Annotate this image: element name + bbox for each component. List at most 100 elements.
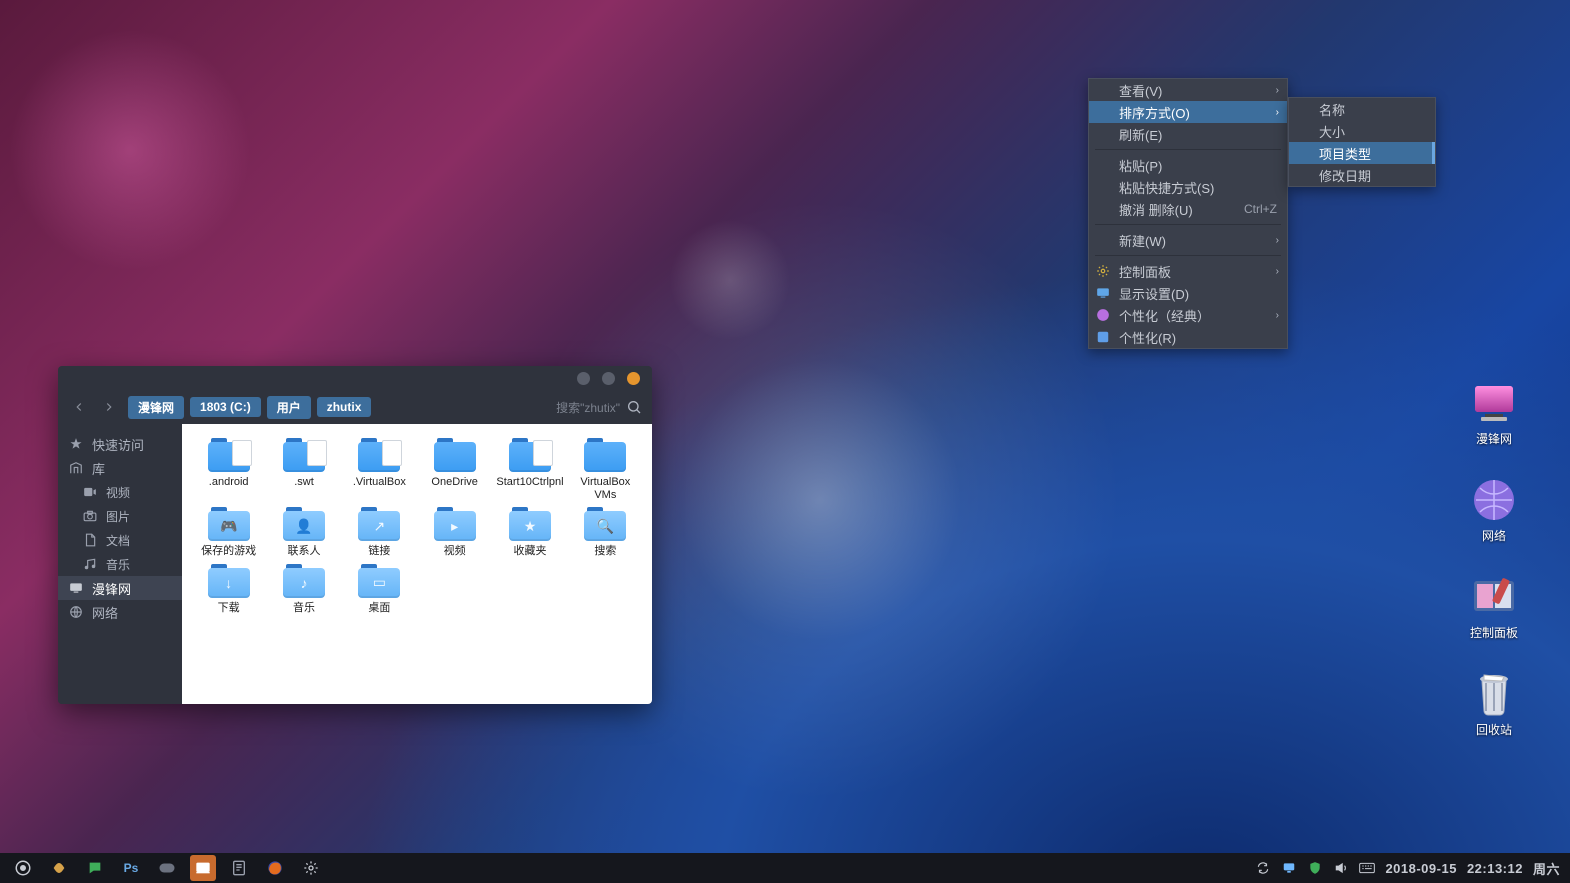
- folder-icon: ↗: [358, 507, 400, 541]
- breadcrumb-segment[interactable]: 用户: [267, 396, 311, 419]
- taskbar-date[interactable]: 2018-09-15: [1385, 861, 1457, 876]
- desktop-icon-label: 网络: [1482, 527, 1506, 544]
- folder-label: .android: [209, 476, 249, 489]
- context-menu-item[interactable]: 个性化(R): [1089, 326, 1287, 348]
- forward-button[interactable]: [98, 396, 120, 418]
- folder-label: 保存的游戏: [201, 545, 256, 558]
- sidebar-item[interactable]: 音乐: [58, 552, 182, 576]
- taskbar-app-settings[interactable]: [298, 855, 324, 881]
- folder-icon: [584, 438, 626, 472]
- context-menu: 查看(V)›排序方式(O)› 刷新(E) 粘贴(P)粘贴快捷方式(S)撤消 删除(U…: [1088, 78, 1288, 349]
- taskbar-app-games[interactable]: [154, 855, 180, 881]
- folder-item[interactable]: ♪音乐: [267, 564, 340, 615]
- sidebar-item-label: 图片: [106, 508, 130, 525]
- breadcrumb-segment[interactable]: 漫锋网: [128, 396, 184, 419]
- folder-icon: 🔍: [584, 507, 626, 541]
- folder-label: 联系人: [287, 545, 320, 558]
- folder-icon: ★: [509, 507, 551, 541]
- context-submenu-item[interactable]: 项目类型: [1289, 142, 1435, 164]
- folder-item[interactable]: VirtualBox VMs: [569, 438, 642, 501]
- sidebar-item[interactable]: 视频: [58, 480, 182, 504]
- context-menu-item[interactable]: 查看(V)›: [1089, 79, 1287, 101]
- folder-item[interactable]: ▭桌面: [343, 564, 416, 615]
- library-icon: [68, 460, 84, 476]
- taskbar-app-filemanager[interactable]: [190, 855, 216, 881]
- trash-icon: [1471, 671, 1517, 717]
- context-menu-item[interactable]: 控制面板›: [1089, 260, 1287, 282]
- context-submenu-item[interactable]: 修改日期: [1289, 164, 1435, 186]
- music-icon: [82, 556, 98, 572]
- tray-volume-icon[interactable]: [1333, 860, 1349, 876]
- taskbar-weekday[interactable]: 周六: [1533, 859, 1560, 878]
- taskbar-app-browser[interactable]: [46, 855, 72, 881]
- sidebar-item[interactable]: 漫锋网: [58, 576, 182, 600]
- close-button[interactable]: [627, 372, 640, 385]
- context-menu-item[interactable]: 粘贴快捷方式(S): [1089, 176, 1287, 198]
- tray-keyboard-icon[interactable]: [1359, 860, 1375, 876]
- context-menu-item[interactable]: 撤消 删除(U)Ctrl+Z: [1089, 198, 1287, 220]
- sidebar-item-label: 文档: [106, 532, 130, 549]
- palette2-icon: [1095, 329, 1111, 345]
- desktop-icon-label: 控制面板: [1470, 624, 1518, 641]
- folder-item[interactable]: ▸视频: [418, 507, 491, 558]
- tray-monitor-icon[interactable]: [1281, 860, 1297, 876]
- taskbar-time[interactable]: 22:13:12: [1467, 861, 1523, 876]
- taskbar-app-notes[interactable]: [226, 855, 252, 881]
- folder-item[interactable]: ↓下载: [192, 564, 265, 615]
- context-menu-item[interactable]: 排序方式(O)›: [1089, 101, 1287, 123]
- tray-sync-icon[interactable]: [1255, 860, 1271, 876]
- file-grid[interactable]: .android .swt.VirtualBoxOneDriveStart10Ct…: [182, 424, 652, 704]
- folder-item[interactable]: ↗链接: [343, 507, 416, 558]
- search-placeholder: 搜索"zhutix": [556, 399, 620, 416]
- taskbar-app-chat[interactable]: [82, 855, 108, 881]
- folder-icon: 👤: [283, 507, 325, 541]
- desktop-icon-network[interactable]: 网络: [1444, 477, 1544, 544]
- context-menu-item[interactable]: 显示设置(D): [1089, 282, 1287, 304]
- search-box[interactable]: 搜索"zhutix": [556, 399, 642, 416]
- sidebar-item[interactable]: 库: [58, 456, 182, 480]
- desktop-icon-label: 漫锋网: [1476, 430, 1512, 447]
- folder-label: 视频: [444, 545, 466, 558]
- desktop-icon-recycle-bin[interactable]: 回收站: [1444, 671, 1544, 738]
- minimize-button[interactable]: [577, 372, 590, 385]
- breadcrumb-segment[interactable]: 1803 (C:): [190, 397, 261, 417]
- desktop[interactable]: 漫锋网 网络 控制面板 回收站 查看(V)›排序方式(O)› 刷新(E) 粘贴(P)…: [0, 0, 1570, 883]
- folder-item[interactable]: Start10Ctrlpnl: [493, 438, 566, 501]
- menu-item-label: 刷新(E): [1119, 125, 1162, 144]
- folder-item[interactable]: .swt: [267, 438, 340, 501]
- start-button[interactable]: [10, 855, 36, 881]
- folder-item[interactable]: 🔍 搜索: [569, 507, 642, 558]
- taskbar-app-ps[interactable]: Ps: [118, 855, 144, 881]
- breadcrumb-segment[interactable]: zhutix: [317, 397, 372, 417]
- context-submenu-item[interactable]: 大小: [1289, 120, 1435, 142]
- menu-item-label: 粘贴(P): [1119, 156, 1162, 175]
- taskbar-app-firefox[interactable]: [262, 855, 288, 881]
- desktop-icon-computer[interactable]: 漫锋网: [1444, 380, 1544, 447]
- sidebar-item[interactable]: 网络: [58, 600, 182, 624]
- context-submenu-item[interactable]: 名称: [1289, 98, 1435, 120]
- desktop-icon-control-panel[interactable]: 控制面板: [1444, 574, 1544, 641]
- folder-item[interactable]: OneDrive: [418, 438, 491, 501]
- sidebar-item[interactable]: 文档: [58, 528, 182, 552]
- folder-label: 搜索: [594, 545, 616, 558]
- folder-item[interactable]: 👤 联系人: [267, 507, 340, 558]
- tray-shield-icon[interactable]: [1307, 860, 1323, 876]
- folder-item[interactable]: .VirtualBox: [343, 438, 416, 501]
- folder-icon: ▭: [358, 564, 400, 598]
- sidebar-item[interactable]: 图片: [58, 504, 182, 528]
- context-menu-item[interactable]: 个性化（经典）›: [1089, 304, 1287, 326]
- file-manager-window: 漫锋网1803 (C:)用户zhutix 搜索"zhutix" 快速访问库视频图…: [58, 366, 652, 704]
- folder-item[interactable]: .android: [192, 438, 265, 501]
- folder-item[interactable]: ★收藏夹: [493, 507, 566, 558]
- context-menu-item[interactable]: 粘贴(P): [1089, 154, 1287, 176]
- desktop-icons: 漫锋网 网络 控制面板 回收站: [1424, 380, 1564, 738]
- context-menu-item[interactable]: 刷新(E): [1089, 123, 1287, 145]
- maximize-button[interactable]: [602, 372, 615, 385]
- menu-item-shortcut: Ctrl+Z: [1244, 202, 1277, 216]
- sidebar-item[interactable]: 快速访问: [58, 432, 182, 456]
- window-titlebar[interactable]: [58, 366, 652, 390]
- taskbar: Ps 2018-09-15 22:13:12 周六: [0, 853, 1570, 883]
- folder-item[interactable]: 🎮保存的游戏: [192, 507, 265, 558]
- context-menu-item[interactable]: 新建(W)›: [1089, 229, 1287, 251]
- back-button[interactable]: [68, 396, 90, 418]
